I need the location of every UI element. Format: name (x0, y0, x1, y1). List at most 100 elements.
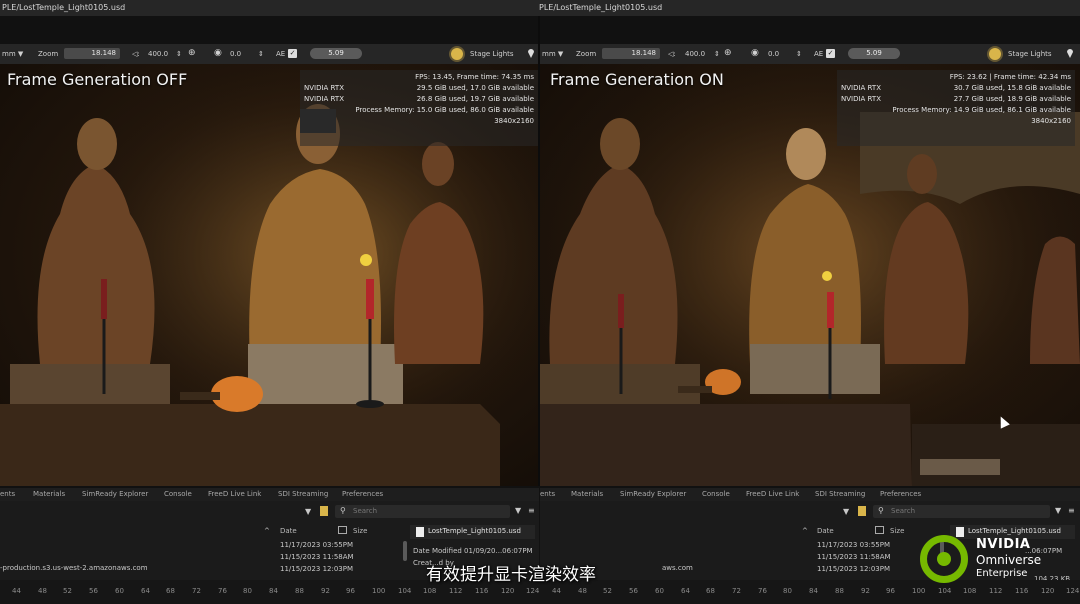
tab-materials[interactable]: Materials (571, 490, 603, 498)
exposure-value[interactable]: 0.0 (230, 50, 241, 58)
viewport-toolbar-left: mm ▼ Zoom 18.148 ◁: 400.0 ⇕ ⊕ ◉ 0.0 ⇕ AE… (0, 44, 539, 64)
panel-tabs-right: ents Materials SimReady Explorer Console… (540, 488, 1080, 501)
tab-console[interactable]: Console (164, 490, 192, 498)
file-icon (416, 527, 424, 537)
fstop-slider[interactable]: 5.09 (848, 48, 900, 59)
candle-red (827, 292, 834, 328)
camera-mode-dropdown[interactable]: mm ▼ (542, 50, 563, 58)
sort-chevron-icon[interactable]: ^ (802, 527, 808, 535)
sun-icon[interactable] (451, 48, 463, 60)
tab-simready-explorer[interactable]: SimReady Explorer (82, 490, 148, 498)
gpu1-name: NVIDIA RTX (304, 84, 344, 92)
window-title-right: PLE/LostTemple_Light0105.usd (539, 3, 663, 12)
ruler-tick-label: 88 (835, 587, 844, 595)
tab-preferences[interactable]: Preferences (342, 490, 383, 498)
ae-checkbox[interactable]: ✓ (826, 49, 835, 58)
server-path[interactable]: -production.s3.us-west-2.amazonaws.com (0, 564, 148, 572)
ruler-tick-label: 124 (526, 587, 540, 595)
vertical-scrollbar[interactable] (403, 541, 407, 561)
stepper-icon[interactable]: ⇕ (796, 50, 802, 58)
bookmark-icon[interactable] (858, 506, 866, 516)
stepper-icon[interactable]: ⇕ (176, 50, 182, 58)
ruler-tick-label: 60 (115, 587, 124, 595)
ae-checkbox[interactable]: ✓ (288, 49, 297, 58)
focal-length-value[interactable]: 400.0 (148, 50, 168, 58)
stage-lights-label[interactable]: Stage Lights (1008, 50, 1052, 58)
ruler-tick-label: 120 (501, 587, 515, 595)
tab-simready-explorer[interactable]: SimReady Explorer (620, 490, 686, 498)
ruler-tick-label: 60 (655, 587, 664, 595)
nvidia-omniverse-logo: NVIDIA Omniverse Enterprise (920, 533, 1080, 585)
sun-icon[interactable] (989, 48, 1001, 60)
tab-materials[interactable]: Materials (33, 490, 65, 498)
tab-elements[interactable]: ents (540, 490, 555, 498)
camera-mode-dropdown[interactable]: mm ▼ (2, 50, 23, 58)
ruler-tick-label: 112 (449, 587, 463, 595)
search-input[interactable]: Search (335, 505, 510, 518)
gpu1-memory: 29.5 GiB used, 17.0 GiB available (416, 84, 534, 92)
ruler-tick-label: 96 (346, 587, 355, 595)
server-path[interactable]: aws.com (662, 564, 693, 572)
crosshair-icon[interactable]: ⊕ (724, 48, 732, 58)
search-input[interactable]: Search (873, 505, 1050, 518)
tab-freed-live-link[interactable]: FreeD Live Link (208, 490, 261, 498)
ruler-tick-label: 112 (989, 587, 1003, 595)
stepper-icon[interactable]: ⇕ (714, 50, 720, 58)
exposure-icon: ◉ (751, 48, 759, 58)
tab-sdi-streaming[interactable]: SDI Streaming (278, 490, 328, 498)
date-modified: Date Modified 01/09/20...06:07PM (413, 547, 533, 555)
search-icon: ⚲ (340, 506, 346, 515)
filter-icon[interactable]: ▼ (1055, 506, 1061, 515)
ruler-tick-label: 104 (398, 587, 412, 595)
ruler-tick-label: 44 (552, 587, 561, 595)
ruler-tick-label: 68 (706, 587, 715, 595)
ruler-tick-label: 80 (243, 587, 252, 595)
filter-dropdown-icon[interactable]: ▼ (305, 507, 311, 516)
ruler-tick-label: 72 (732, 587, 741, 595)
ruler-tick-label: 104 (938, 587, 952, 595)
column-date[interactable]: Date (280, 527, 297, 535)
crosshair-icon[interactable]: ⊕ (188, 48, 196, 58)
ruler-tick-label: 108 (423, 587, 437, 595)
focal-length-value[interactable]: 400.0 (685, 50, 705, 58)
ruler-tick-label: 76 (218, 587, 227, 595)
stage-lights-label[interactable]: Stage Lights (470, 50, 514, 58)
exposure-value[interactable]: 0.0 (768, 50, 779, 58)
ruler-tick-label: 56 (89, 587, 98, 595)
column-date[interactable]: Date (817, 527, 834, 535)
zoom-input[interactable]: 18.148 (64, 48, 120, 59)
filter-dropdown-icon[interactable]: ▼ (843, 507, 849, 516)
filter-icon[interactable]: ▼ (515, 506, 521, 515)
menu-icon[interactable]: ≡ (528, 506, 535, 515)
exposure-icon: ◉ (214, 48, 222, 58)
fps-readout: FPS: 13.45, Frame time: 74.35 ms (415, 73, 534, 81)
column-size[interactable]: Size (353, 527, 367, 535)
zoom-input[interactable]: 18.148 (602, 48, 660, 59)
ae-label: AE (276, 50, 286, 58)
ruler-tick-label: 52 (63, 587, 72, 595)
ruler-tick-label: 84 (809, 587, 818, 595)
pin-icon[interactable] (528, 49, 534, 58)
sort-chevron-icon[interactable]: ^ (264, 527, 270, 535)
tab-elements[interactable]: ents (0, 490, 15, 498)
tab-console[interactable]: Console (702, 490, 730, 498)
menu-icon[interactable]: ≡ (1068, 506, 1075, 515)
pin-icon[interactable] (1067, 49, 1073, 58)
ruler-tick-label: 88 (295, 587, 304, 595)
ruler-tick-label: 124 (1066, 587, 1080, 595)
calendar-icon (875, 526, 884, 534)
tab-preferences[interactable]: Preferences (880, 490, 921, 498)
tab-freed-live-link[interactable]: FreeD Live Link (746, 490, 799, 498)
ruler-tick-label: 92 (861, 587, 870, 595)
ruler-tick-label: 48 (578, 587, 587, 595)
stepper-icon[interactable]: ⇕ (258, 50, 264, 58)
gpu2-memory: 27.7 GiB used, 18.9 GiB available (953, 95, 1071, 103)
fstop-slider[interactable]: 5.09 (310, 48, 362, 59)
ruler-tick-label: 44 (12, 587, 21, 595)
column-size[interactable]: Size (890, 527, 904, 535)
ruler-tick-label: 76 (758, 587, 767, 595)
ruler-tick-label: 68 (166, 587, 175, 595)
tab-sdi-streaming[interactable]: SDI Streaming (815, 490, 865, 498)
bookmark-icon[interactable] (320, 506, 328, 516)
gpu2-memory: 26.8 GiB used, 19.7 GiB available (416, 95, 534, 103)
